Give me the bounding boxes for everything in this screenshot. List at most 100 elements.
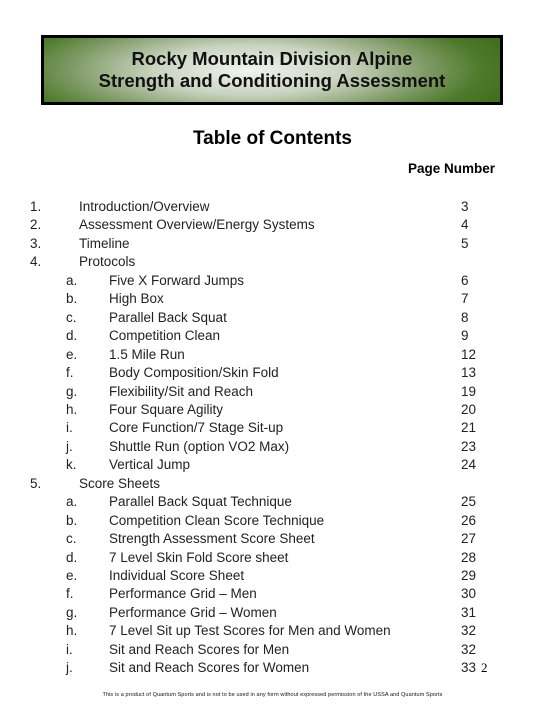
- toc-entry-number: c.: [66, 309, 77, 325]
- toc-entry-label[interactable]: Body Composition/Skin Fold: [109, 365, 279, 380]
- toc-entry-page: 4: [461, 217, 469, 233]
- toc-entry-number: j.: [66, 660, 73, 676]
- toc-entry[interactable]: 2. Assessment Overview/Energy Systems 4: [0, 217, 540, 235]
- toc-entry-number: g.: [66, 604, 78, 620]
- toc-entry[interactable]: c. Strength Assessment Score Sheet 27: [0, 531, 540, 549]
- toc-entry-label[interactable]: Parallel Back Squat Technique: [109, 494, 292, 509]
- toc-entry-number: b.: [66, 291, 78, 307]
- toc-heading: Table of Contents: [192, 128, 353, 149]
- toc-entry-page: 29: [461, 568, 477, 583]
- toc-entry-label[interactable]: Sit and Reach Scores for Women: [109, 660, 309, 675]
- toc-entry-label[interactable]: Strength Assessment Score Sheet: [109, 531, 315, 546]
- toc-entry-page: 13: [461, 365, 477, 381]
- toc-entry-page: 19: [461, 383, 477, 399]
- toc-entry[interactable]: 1. Introduction/Overview 3: [0, 199, 540, 217]
- toc-entry-number: i.: [66, 420, 73, 436]
- toc-entry-number: i.: [66, 641, 73, 657]
- toc-entry[interactable]: d. Competition Clean 9: [0, 328, 540, 346]
- toc-entry[interactable]: d. 7 Level Skin Fold Score sheet 28: [0, 550, 540, 568]
- toc-entry-label[interactable]: Assessment Overview/Energy Systems: [79, 217, 315, 232]
- toc-entry[interactable]: j. Shuttle Run (option VO2 Max) 23: [0, 439, 540, 457]
- toc-entry-label[interactable]: Parallel Back Squat: [109, 310, 227, 325]
- toc-entry-label[interactable]: 7 Level Skin Fold Score sheet: [109, 550, 288, 565]
- toc-entry-number: f.: [66, 365, 74, 381]
- toc-entry[interactable]: c. Parallel Back Squat 8: [0, 310, 540, 328]
- toc-entry[interactable]: 3. Timeline 5: [0, 236, 540, 254]
- toc-entry-label[interactable]: Shuttle Run (option VO2 Max): [109, 439, 289, 454]
- toc-entry-number: 3.: [30, 235, 42, 251]
- toc-entry-label[interactable]: Competition Clean Score Technique: [109, 513, 324, 528]
- toc-entry-label[interactable]: 7 Level Sit up Test Scores for Men and W…: [109, 623, 391, 638]
- page-number-column-header: Page Number: [408, 161, 496, 176]
- toc-entry[interactable]: h. 7 Level Sit up Test Scores for Men and…: [0, 623, 540, 641]
- toc-entry[interactable]: a. Parallel Back Squat Technique 25: [0, 494, 540, 512]
- toc-entry-number: e.: [66, 346, 78, 362]
- toc-entry-number: 4.: [30, 254, 42, 270]
- toc-entry-number: e.: [66, 568, 78, 583]
- document-page-number: 2: [481, 660, 488, 675]
- toc-entry[interactable]: g. Performance Grid – Women 31: [0, 605, 540, 623]
- toc-entry-label[interactable]: Four Square Agility: [109, 402, 223, 417]
- toc-entry-label[interactable]: Sit and Reach Scores for Men: [109, 642, 289, 657]
- toc-entry-page: 25: [461, 494, 477, 510]
- toc-entry[interactable]: i. Sit and Reach Scores for Men 32: [0, 642, 540, 660]
- toc-entry-page: 21: [461, 420, 477, 436]
- toc-entry-number: k.: [66, 457, 77, 473]
- toc-entry[interactable]: e. 1.5 Mile Run 12: [0, 347, 540, 365]
- toc-entry-page: 20: [461, 401, 477, 417]
- toc-entry[interactable]: 5. Score Sheets: [0, 476, 540, 494]
- toc-entry-label[interactable]: Performance Grid – Women: [109, 605, 277, 620]
- toc-entry-label[interactable]: Flexibility/Sit and Reach: [109, 384, 253, 399]
- toc-entry-label[interactable]: Protocols: [79, 254, 135, 269]
- toc-entry[interactable]: k. Vertical Jump 24: [0, 457, 540, 475]
- toc-entry-page: 31: [461, 604, 477, 620]
- toc-entry-page: 30: [461, 586, 477, 602]
- toc-entry-label[interactable]: 1.5 Mile Run: [109, 347, 185, 362]
- toc-entry-number: 2.: [30, 217, 42, 233]
- toc-entry-number: c.: [66, 531, 77, 547]
- toc-entry[interactable]: f. Performance Grid – Men 30: [0, 586, 540, 604]
- toc-entry[interactable]: h. Four Square Agility 20: [0, 402, 540, 420]
- toc-entry[interactable]: f. Body Composition/Skin Fold 13: [0, 365, 540, 383]
- toc-entry-label[interactable]: Introduction/Overview: [79, 199, 210, 214]
- toc-entry[interactable]: i. Core Function/7 Stage Sit-up 21: [0, 420, 540, 438]
- toc-entry-page: 33: [461, 660, 477, 676]
- toc-entry-label[interactable]: Score Sheets: [79, 476, 160, 491]
- toc-entry-number: 1.: [30, 199, 42, 214]
- toc-entry-label[interactable]: Competition Clean: [109, 328, 220, 343]
- toc-entry-page: 7: [461, 291, 469, 307]
- toc-entry[interactable]: b. High Box 7: [0, 291, 540, 309]
- toc-entry-number: a.: [66, 494, 78, 510]
- toc-entry-number: g.: [66, 383, 78, 399]
- toc-entry-page: 12: [461, 346, 477, 362]
- toc-entry-label[interactable]: Five X Forward Jumps: [109, 273, 244, 288]
- toc-entry-label[interactable]: Vertical Jump: [109, 457, 190, 472]
- toc-entry-page: 24: [461, 457, 477, 473]
- toc-entry[interactable]: b. Competition Clean Score Technique 26: [0, 513, 540, 531]
- banner-title-line-1: Rocky Mountain Division Alpine: [131, 48, 413, 69]
- toc-entry-page: 26: [461, 512, 477, 528]
- toc-entry-number: j.: [66, 438, 73, 454]
- toc-entry-page: 6: [461, 272, 469, 288]
- toc-entry[interactable]: g. Flexibility/Sit and Reach 19: [0, 384, 540, 402]
- toc-entry-label[interactable]: Core Function/7 Stage Sit-up: [109, 420, 283, 435]
- toc-entry-number: h.: [66, 401, 78, 417]
- toc-entry-page: 5: [461, 235, 469, 251]
- toc-entry-number: b.: [66, 512, 78, 528]
- toc-entry[interactable]: 4. Protocols: [0, 254, 540, 272]
- toc-entry-page: 9: [461, 328, 469, 344]
- toc-entry-label[interactable]: Performance Grid – Men: [109, 586, 257, 601]
- toc-entry[interactable]: j. Sit and Reach Scores for Women 33: [0, 660, 540, 678]
- toc-entry-number: h.: [66, 623, 78, 639]
- toc-entry[interactable]: e. Individual Score Sheet 29: [0, 568, 540, 586]
- toc-entry-label[interactable]: Individual Score Sheet: [109, 568, 244, 583]
- toc-entry-number: d.: [66, 549, 78, 565]
- toc-entry-page: 3: [461, 199, 469, 214]
- banner-title-line-2: Strength and Conditioning Assessment: [98, 70, 446, 91]
- toc-entry-label[interactable]: Timeline: [79, 236, 130, 251]
- toc-entry[interactable]: a. Five X Forward Jumps 6: [0, 273, 540, 291]
- toc-entry-page: 23: [461, 438, 477, 454]
- toc-entry-page: 32: [461, 641, 477, 657]
- toc-entry-label[interactable]: High Box: [109, 291, 164, 306]
- toc-entry-page: 27: [461, 531, 477, 547]
